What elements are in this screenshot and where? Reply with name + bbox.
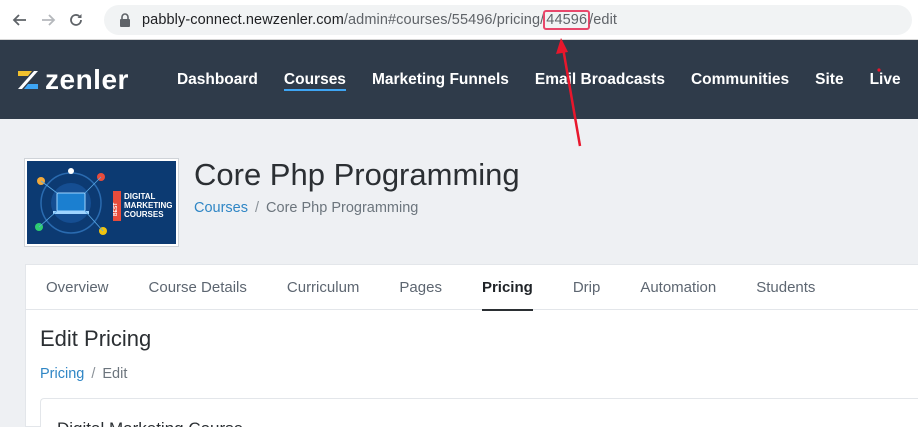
course-content-card: Overview Course Details Curriculum Pages… — [25, 264, 918, 427]
nav-communities[interactable]: Communities — [691, 40, 789, 119]
url-highlighted-id: 44596 — [543, 10, 591, 30]
thumbnail-text-line3: COURSES — [124, 210, 164, 219]
tab-pages[interactable]: Pages — [399, 265, 442, 310]
breadcrumb-separator: / — [91, 366, 96, 382]
nav-site[interactable]: Site — [815, 40, 843, 119]
nav-live[interactable]: Live — [870, 40, 901, 119]
logo-text: zenler — [45, 63, 129, 95]
thumbnail-text-line1: DIGITAL — [124, 192, 156, 201]
breadcrumb-separator: / — [255, 200, 260, 216]
app-header: zenler Dashboard Courses Marketing Funne… — [0, 40, 918, 119]
course-thumbnail-image: BEST DIGITAL MARKETING COURSES — [27, 161, 176, 244]
tab-automation[interactable]: Automation — [640, 265, 716, 310]
pricing-breadcrumb: Pricing / Edit — [40, 366, 127, 382]
pricing-plan-title: Digital Marketing Course — [57, 419, 243, 427]
main-nav: Dashboard Courses Marketing Funnels Emai… — [177, 40, 918, 119]
course-title: Core Php Programming — [194, 157, 520, 192]
nav-dashboard[interactable]: Dashboard — [177, 40, 258, 119]
breadcrumb-current: Edit — [102, 366, 128, 382]
browser-toolbar: pabbly-connect.newzenler.com/admin#cours… — [0, 0, 918, 40]
pricing-plan-panel: Digital Marketing Course — [40, 398, 918, 427]
tab-pricing[interactable]: Pricing — [481, 265, 533, 311]
nav-marketing-funnels[interactable]: Marketing Funnels — [372, 40, 509, 119]
reload-icon[interactable] — [62, 6, 90, 34]
thumbnail-text-line2: MARKETING — [124, 201, 172, 210]
url-host: pabbly-connect.newzenler.com — [142, 12, 344, 28]
url-path-end: /edit — [589, 12, 618, 28]
breadcrumb-courses-link[interactable]: Courses — [194, 200, 248, 216]
zenler-logo[interactable]: zenler — [16, 64, 129, 96]
breadcrumb-pricing-link[interactable]: Pricing — [40, 366, 84, 382]
breadcrumb-current: Core Php Programming — [266, 200, 419, 216]
page-title: Edit Pricing — [40, 326, 152, 351]
tab-students[interactable]: Students — [756, 265, 815, 310]
tab-course-details[interactable]: Course Details — [149, 265, 247, 310]
address-bar[interactable]: pabbly-connect.newzenler.com/admin#cours… — [104, 5, 912, 35]
thumbnail-badge-text: BEST — [113, 203, 119, 216]
course-thumbnail[interactable]: BEST DIGITAL MARKETING COURSES — [25, 159, 178, 246]
url-text: pabbly-connect.newzenler.com/admin#cours… — [142, 10, 617, 30]
url-path: /admin#courses/55496/pricing/ — [343, 12, 545, 28]
tab-drip[interactable]: Drip — [573, 265, 601, 310]
zenler-logo-icon — [18, 70, 38, 89]
tab-curriculum[interactable]: Curriculum — [287, 265, 360, 310]
forward-arrow-icon[interactable] — [34, 6, 62, 34]
lock-icon — [118, 12, 134, 28]
nav-email-broadcasts[interactable]: Email Broadcasts — [535, 40, 665, 119]
course-breadcrumb: Courses / Core Php Programming — [194, 200, 418, 216]
back-arrow-icon[interactable] — [6, 6, 34, 34]
nav-courses[interactable]: Courses — [283, 40, 346, 119]
course-tabs: Overview Course Details Curriculum Pages… — [26, 265, 918, 311]
tab-overview[interactable]: Overview — [46, 265, 109, 310]
